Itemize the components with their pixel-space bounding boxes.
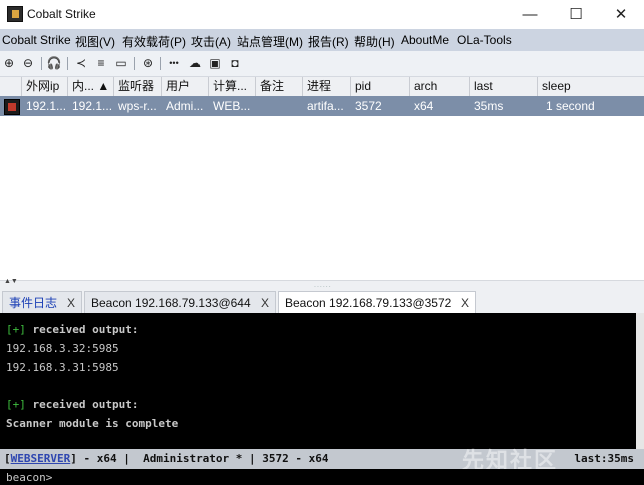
cloud-icon[interactable]: ☁ xyxy=(187,55,203,71)
menu-aboutme[interactable]: AboutMe xyxy=(401,33,449,47)
tab-event-log[interactable]: 事件日志 X xyxy=(2,291,82,313)
column-header-internal-ip[interactable]: 内... ▲ xyxy=(68,77,114,96)
cell-sleep: 1 second xyxy=(546,99,595,113)
console-line: [+] received output: xyxy=(6,398,139,411)
menu-view[interactable]: 视图(V) xyxy=(75,33,115,50)
close-button[interactable]: ✕ xyxy=(598,0,644,29)
maximize-button[interactable]: ☐ xyxy=(553,0,599,29)
beacon-console-output[interactable]: [+] received output: 192.168.3.32:5985 1… xyxy=(0,313,636,449)
column-header-computer[interactable]: 计算... xyxy=(209,77,256,96)
status-server-link[interactable]: WEBSERVER xyxy=(11,452,71,465)
tab-label: Beacon 192.168.79.133@3572 xyxy=(285,296,452,310)
column-header-user[interactable]: 用户 xyxy=(162,77,209,96)
menu-ola-tools[interactable]: OLa-Tools xyxy=(457,33,512,47)
menu-cobalt-strike[interactable]: Cobalt Strike xyxy=(2,33,71,47)
console-scrollbar[interactable] xyxy=(636,313,644,449)
minimize-button[interactable]: — xyxy=(507,0,553,29)
status-session-info: [WEBSERVER] - x64 | Administrator * | 35… xyxy=(4,452,329,465)
session-table-body[interactable] xyxy=(0,116,644,280)
column-header-pid[interactable]: pid xyxy=(351,77,410,96)
new-connection-icon[interactable]: ⊕ xyxy=(1,55,17,71)
list-icon[interactable]: ≡ xyxy=(93,55,109,71)
status-last-seen: last:35ms xyxy=(574,452,634,465)
menu-report[interactable]: 报告(R) xyxy=(308,33,349,50)
splitter-grip-icon[interactable]: ...... xyxy=(314,282,332,289)
splitter-arrows-icon[interactable]: ▲▼ xyxy=(4,278,18,285)
toolbar-separator xyxy=(134,57,135,70)
tab-label: Beacon 192.168.79.133@644 xyxy=(91,296,251,310)
cell-process: artifa... xyxy=(307,99,344,113)
targets-icon[interactable]: ▭ xyxy=(113,55,129,71)
tab-beacon-644[interactable]: Beacon 192.168.79.133@644 X xyxy=(84,291,276,313)
cell-computer: WEB... xyxy=(213,99,251,113)
toolbar-separator xyxy=(67,57,68,70)
dots-icon[interactable]: ••• xyxy=(166,55,182,71)
camera-icon[interactable]: ◘ xyxy=(227,55,243,71)
beacon-session-icon xyxy=(4,99,20,115)
menu-bar: Cobalt Strike 视图(V) 有效载荷(P) 攻击(A) 站点管理(M… xyxy=(0,29,644,51)
console-line: [+] received output: xyxy=(6,323,139,336)
menu-site-management[interactable]: 站点管理(M) xyxy=(237,33,303,50)
column-header-icon[interactable] xyxy=(0,77,22,96)
column-header-arch[interactable]: arch xyxy=(410,77,470,96)
tab-close-icon[interactable]: X xyxy=(67,292,75,314)
toolbar-separator xyxy=(41,57,42,70)
cell-note xyxy=(256,96,303,116)
cell-arch: x64 xyxy=(414,99,434,113)
cell-pid: 3572 xyxy=(355,99,382,113)
beacon-input-bar: beacon> xyxy=(0,469,644,485)
cell-last: 35ms xyxy=(474,99,504,113)
tab-close-icon[interactable]: X xyxy=(461,292,469,314)
cobalt-strike-icon xyxy=(7,6,23,22)
menu-attack[interactable]: 攻击(A) xyxy=(191,33,231,50)
disconnect-icon[interactable]: ⊖ xyxy=(20,55,36,71)
tab-close-icon[interactable]: X xyxy=(261,292,269,314)
toolbar-separator xyxy=(160,57,161,70)
menu-payload[interactable]: 有效载荷(P) xyxy=(122,33,186,50)
tab-beacon-3572[interactable]: Beacon 192.168.79.133@3572 X xyxy=(278,291,476,314)
tab-bar: 事件日志 X Beacon 192.168.79.133@644 X Beaco… xyxy=(0,289,644,314)
cell-user: Admi... xyxy=(166,99,204,113)
window-title: Cobalt Strike xyxy=(27,7,96,21)
column-header-note[interactable]: 备注 xyxy=(256,77,303,96)
beacon-prompt: beacon> xyxy=(6,471,53,484)
cell-listener: wps-r... xyxy=(118,99,157,113)
table-row[interactable]: 192.1... 192.1... wps-r... Admi... WEB..… xyxy=(0,96,644,116)
tab-label: 事件日志 xyxy=(9,296,58,310)
column-header-process[interactable]: 进程 xyxy=(303,77,351,96)
console-icon[interactable]: ▣ xyxy=(207,55,223,71)
cell-internal-ip: 192.1... xyxy=(72,99,113,113)
console-line: Scanner module is complete xyxy=(6,417,179,430)
console-line: 192.168.3.32:5985 xyxy=(6,342,119,355)
headset-icon[interactable]: 🎧 xyxy=(46,55,62,71)
menu-help[interactable]: 帮助(H) xyxy=(354,33,395,50)
column-header-listener[interactable]: 监听器 xyxy=(114,77,162,96)
share-icon[interactable]: ≺ xyxy=(73,55,89,71)
cell-external-ip: 192.1... xyxy=(26,99,67,113)
title-bar: Cobalt Strike — ☐ ✕ xyxy=(0,0,644,29)
column-header-last[interactable]: last xyxy=(470,77,538,96)
toolbar: ⊕ ⊖ 🎧 ≺ ≡ ▭ ⊛ ••• ☁ ▣ ◘ xyxy=(0,51,644,77)
session-table-header: 外网ip 内... ▲ 监听器 用户 计算... 备注 进程 pid arch … xyxy=(0,77,644,97)
command-input[interactable] xyxy=(58,470,628,483)
globe-icon[interactable]: ⊛ xyxy=(140,55,156,71)
console-line: 192.168.3.31:5985 xyxy=(6,361,119,374)
column-header-sleep[interactable]: sleep xyxy=(538,77,644,96)
column-header-external-ip[interactable]: 外网ip xyxy=(22,77,68,96)
